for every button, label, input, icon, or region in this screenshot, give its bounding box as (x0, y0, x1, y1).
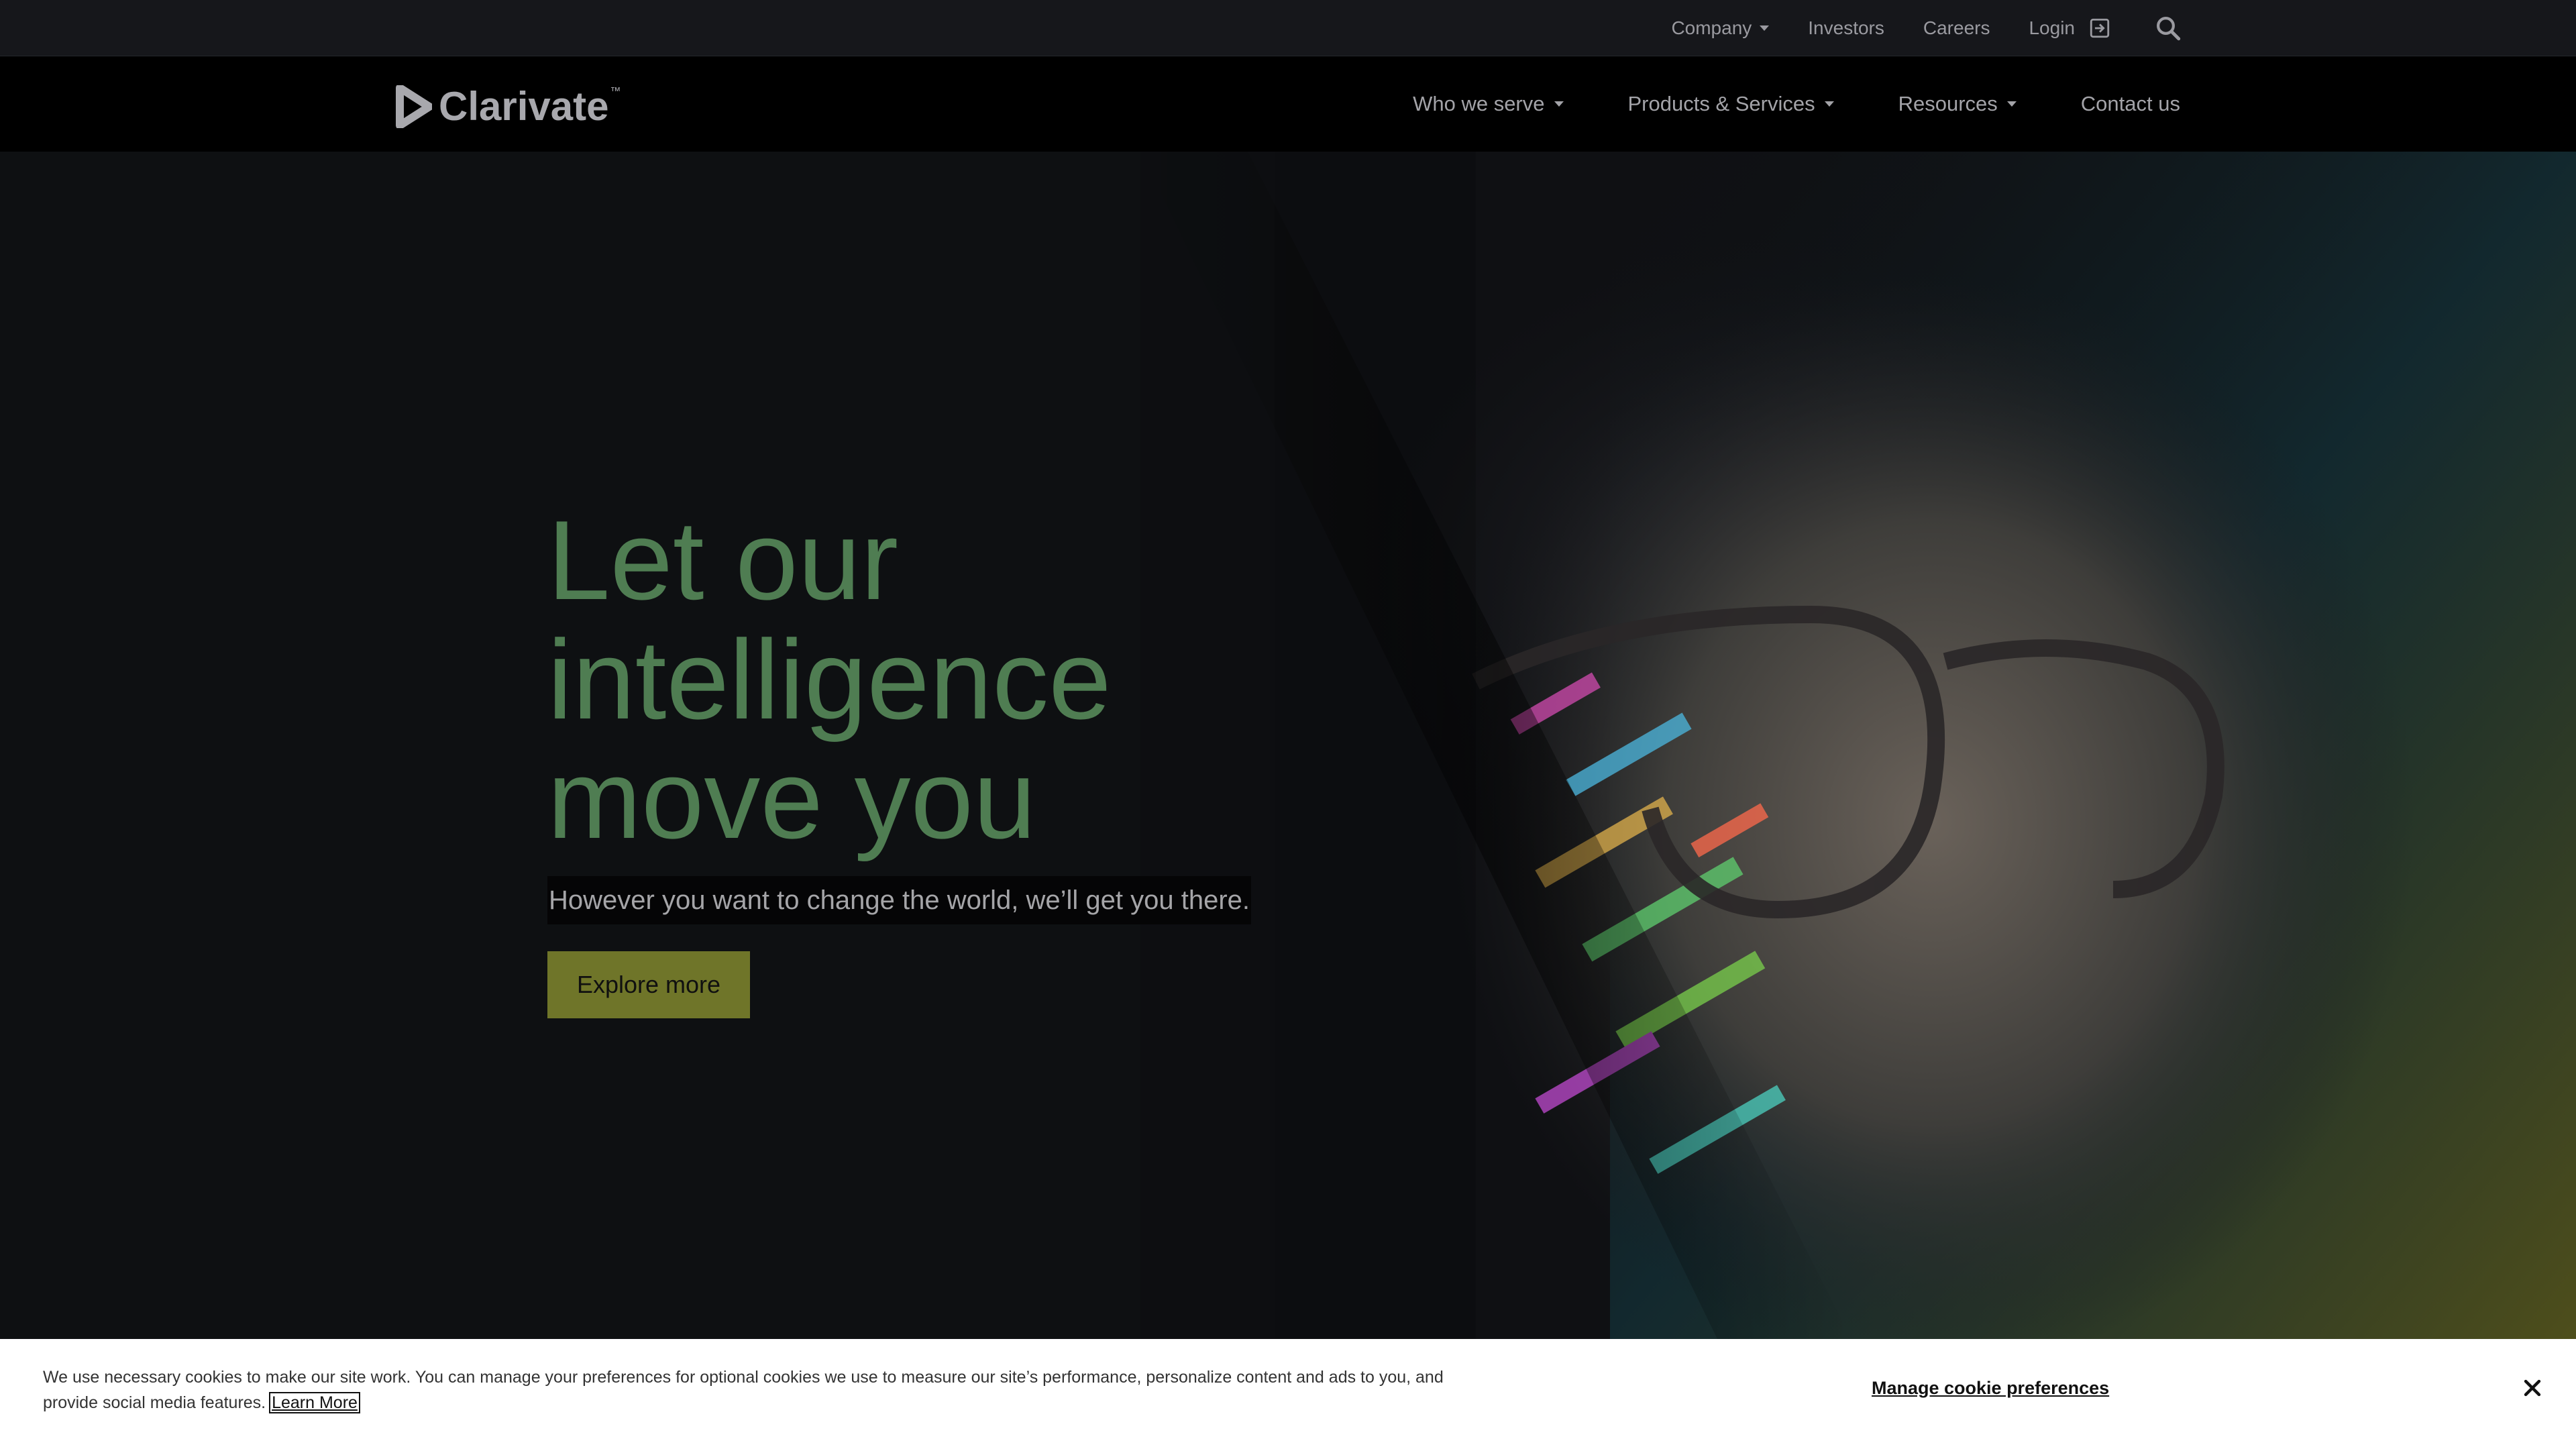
hero-title-line-3: move you (547, 736, 1036, 862)
utility-bar: Company Investors Careers Login (0, 0, 2576, 56)
main-nav: Clarivate ™ Who we serve Products & Serv… (0, 56, 2576, 152)
chevron-down-icon (2006, 101, 2017, 107)
primary-nav-links: Who we serve Products & Services Resourc… (1348, 56, 2180, 152)
nav-resources[interactable]: Resources (1898, 92, 2017, 116)
hero-title-line-1: Let our (547, 497, 899, 623)
chevron-down-icon (1554, 101, 1564, 107)
cookie-text-line-2: provide social media features. (43, 1393, 266, 1412)
close-icon[interactable] (2521, 1377, 2544, 1399)
cookie-banner: We use necessary cookies to make our sit… (0, 1339, 2576, 1449)
logo-trademark: ™ (610, 85, 621, 97)
explore-more-button[interactable]: Explore more (547, 951, 750, 1018)
nav-products-services[interactable]: Products & Services (1628, 92, 1834, 116)
investors-label: Investors (1808, 17, 1884, 38)
company-menu[interactable]: Company (1671, 17, 1770, 39)
manage-cookie-preferences-link[interactable]: Manage cookie preferences (1872, 1378, 2109, 1399)
clarivate-logo[interactable]: Clarivate ™ (394, 83, 621, 129)
login-icon (2090, 18, 2110, 38)
cookie-text: We use necessary cookies to make our sit… (43, 1364, 1465, 1415)
search-icon[interactable] (2154, 14, 2182, 42)
careers-link[interactable]: Careers (1923, 17, 1990, 39)
careers-label: Careers (1923, 17, 1990, 38)
nav-contact-us[interactable]: Contact us (2081, 92, 2180, 116)
nav-who-we-serve-label: Who we serve (1413, 92, 1545, 115)
nav-resources-label: Resources (1898, 92, 1998, 115)
page: Company Investors Careers Login Clarivat (0, 0, 2576, 1449)
nav-products-services-label: Products & Services (1627, 92, 1815, 115)
hero-title: Let our intelligence move you (547, 500, 1419, 859)
logo-text: Clarivate (439, 84, 609, 129)
investors-link[interactable]: Investors (1808, 17, 1884, 39)
login-link[interactable]: Login (2029, 17, 2111, 40)
hero-section: Let our intelligence move you However yo… (0, 152, 2576, 1339)
nav-who-we-serve[interactable]: Who we serve (1413, 92, 1564, 116)
hero-title-line-2: intelligence (547, 616, 1112, 743)
company-label: Company (1671, 17, 1752, 38)
clarivate-logo-icon (396, 85, 432, 128)
cookie-text-line-1: We use necessary cookies to make our sit… (43, 1368, 1444, 1387)
login-label: Login (2029, 17, 2075, 38)
learn-more-link[interactable]: Learn More (269, 1392, 360, 1413)
hero-subtitle: However you want to change the world, we… (547, 876, 1252, 924)
nav-contact-us-label: Contact us (2080, 92, 2180, 115)
chevron-down-icon (1824, 101, 1834, 107)
chevron-down-icon (1760, 25, 1770, 31)
